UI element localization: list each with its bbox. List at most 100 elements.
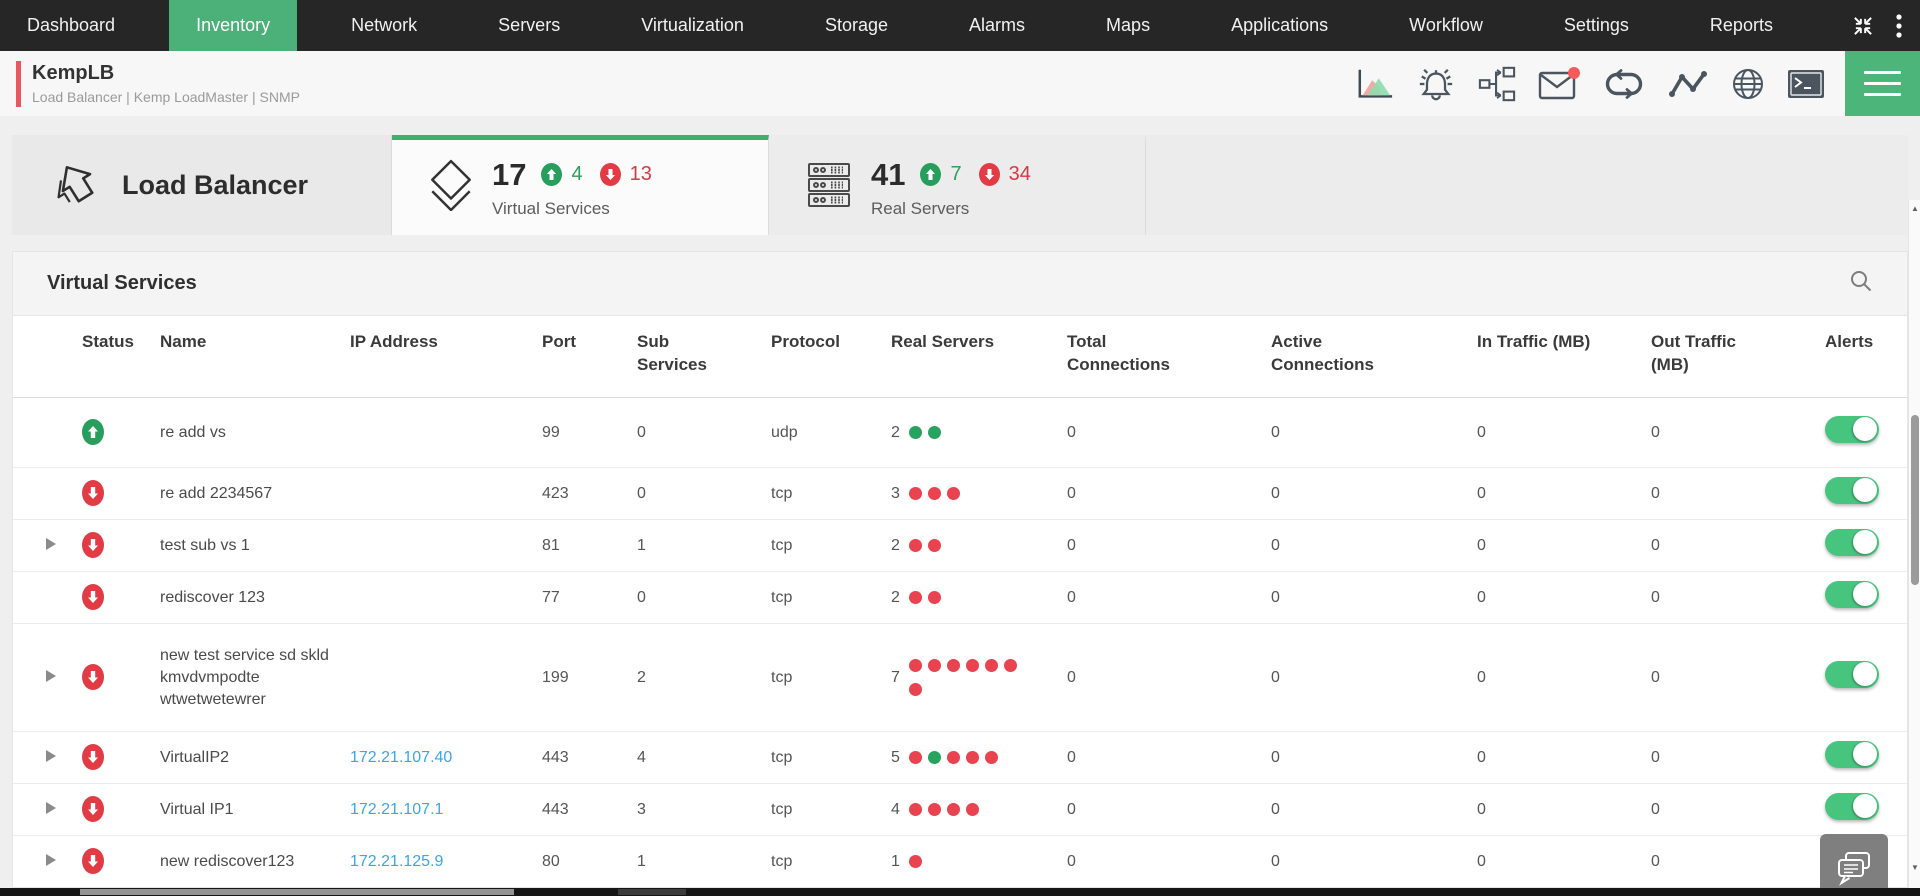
vs-name[interactable]: VirtualIP2 [160,739,350,777]
alerts-toggle[interactable] [1825,793,1879,820]
table-row[interactable]: Virtual IP1172.21.107.14433tcp40000 [13,784,1907,836]
col-port[interactable]: Port [542,331,637,354]
feedback-chat-button[interactable] [1820,834,1888,896]
hamburger-menu-icon[interactable] [1845,51,1920,116]
vs-name[interactable]: Virtual IP1 [160,791,350,829]
alarm-bell-icon[interactable] [1415,65,1457,103]
nav-item-storage[interactable]: Storage [798,0,915,51]
alerts-toggle[interactable] [1825,661,1879,688]
globe-icon[interactable] [1730,66,1766,102]
alerts-toggle[interactable] [1825,477,1879,504]
nav-item-alarms[interactable]: Alarms [942,0,1052,51]
horizontal-scrollbar-thumb[interactable] [80,889,514,895]
status-down-icon [82,584,104,610]
port-value: 199 [542,659,637,697]
real-servers-cell: 2 [891,414,1067,452]
expand-arrow-icon[interactable] [46,854,56,866]
expander-cell [46,659,82,697]
panel-header: Virtual Services [13,252,1907,316]
real-servers-cell: 3 [891,475,1067,513]
tab-virtual-services[interactable]: 17 4 13 Virtual Services [392,135,769,235]
nav-item-dashboard[interactable]: Dashboard [0,0,142,51]
total-connections-value: 0 [1067,579,1271,617]
scroll-up-icon[interactable]: ▲ [1909,204,1920,213]
vs-name[interactable]: rediscover 123 [160,579,350,617]
server-dot-red [928,659,941,672]
sub-services-value: 2 [637,659,771,697]
horizontal-scrollbar[interactable] [0,888,1920,896]
table-row[interactable]: new test service sd skld kmvdvmpodte wtw… [13,624,1907,732]
alerts-toggle[interactable] [1825,529,1879,556]
expander-cell [46,590,82,606]
expand-arrow-icon[interactable] [46,538,56,550]
area-chart-icon[interactable] [1356,67,1394,101]
ip-address-link[interactable]: 172.21.125.9 [350,853,443,870]
table-row[interactable]: VirtualIP2172.21.107.404434tcp50000 [13,732,1907,784]
alerts-cell [1825,733,1887,783]
status-cell [82,656,160,699]
expander-cell [46,791,82,829]
col-out-traffic[interactable]: Out Traffic (MB) [1651,331,1746,377]
alerts-toggle[interactable] [1825,741,1879,768]
table-row[interactable]: test sub vs 1811tcp20000 [13,520,1907,572]
alerts-toggle[interactable] [1825,416,1879,443]
out-traffic-value: 0 [1651,414,1825,452]
real-servers-count: 2 [891,535,900,557]
real-servers-count: 41 [871,157,905,193]
col-total-connections[interactable]: Total Connections [1067,331,1179,377]
terminal-icon[interactable] [1787,69,1825,99]
col-in-traffic[interactable]: In Traffic (MB) [1477,331,1651,354]
vs-name[interactable]: re add 2234567 [160,475,350,513]
performance-line-icon[interactable] [1667,68,1709,100]
table-row[interactable]: re add 22345674230tcp30000 [13,468,1907,520]
col-active-connections[interactable]: Active Connections [1271,331,1383,377]
vs-name[interactable]: new rediscover123 [160,843,350,881]
server-dot-red [909,487,922,500]
nav-item-settings[interactable]: Settings [1537,0,1656,51]
col-status[interactable]: Status [82,331,130,354]
col-sub-services[interactable]: Sub Services [637,331,707,377]
expand-arrow-icon[interactable] [46,802,56,814]
mail-icon[interactable] [1537,66,1581,102]
collapse-icon[interactable] [1850,13,1876,39]
nav-item-virtualization[interactable]: Virtualization [614,0,771,51]
table-row[interactable]: rediscover 123770tcp20000 [13,572,1907,624]
tab-real-servers[interactable]: 41 7 34 Real Servers [769,135,1146,235]
active-connections-value: 0 [1271,414,1477,452]
vertical-scrollbar-thumb[interactable] [1911,415,1919,585]
expand-arrow-icon[interactable] [46,670,56,682]
nav-item-workflow[interactable]: Workflow [1382,0,1510,51]
col-protocol[interactable]: Protocol [771,331,891,354]
col-ip-address[interactable]: IP Address [350,331,542,354]
total-connections-value: 0 [1067,791,1271,829]
vertical-scrollbar[interactable]: ▲ ▼ [1908,200,1920,888]
alerts-toggle[interactable] [1825,581,1879,608]
nav-item-reports[interactable]: Reports [1683,0,1800,51]
nav-item-inventory[interactable]: Inventory [169,0,297,51]
col-real-servers[interactable]: Real Servers [891,331,1067,354]
ip-address-link[interactable]: 172.21.107.1 [350,801,443,818]
loop-icon[interactable] [1602,68,1646,100]
table-row[interactable]: re add vs990udp20000 [13,398,1907,468]
col-name[interactable]: Name [160,331,350,354]
nav-item-maps[interactable]: Maps [1079,0,1177,51]
nav-item-servers[interactable]: Servers [471,0,587,51]
ip-address-link[interactable]: 172.21.107.40 [350,749,452,766]
col-alerts[interactable]: Alerts [1825,331,1887,354]
vs-name[interactable]: re add vs [160,414,350,452]
vs-name[interactable]: test sub vs 1 [160,527,350,565]
nav-item-applications[interactable]: Applications [1204,0,1355,51]
alerts-cell [1825,653,1887,703]
server-dot-red [947,751,960,764]
expand-arrow-icon[interactable] [46,750,56,762]
nav-item-network[interactable]: Network [324,0,444,51]
search-icon[interactable] [1849,269,1873,298]
scroll-down-icon[interactable]: ▼ [1909,863,1920,872]
toggle-knob [1853,662,1877,686]
total-connections-value: 0 [1067,414,1271,452]
table-row[interactable]: new rediscover123172.21.125.9801tcp10000 [13,836,1907,888]
kebab-menu-icon[interactable] [1896,13,1902,39]
workflow-icon[interactable] [1478,65,1516,103]
status-down-icon [82,480,104,506]
vs-name[interactable]: new test service sd skld kmvdvmpodte wtw… [160,637,350,719]
